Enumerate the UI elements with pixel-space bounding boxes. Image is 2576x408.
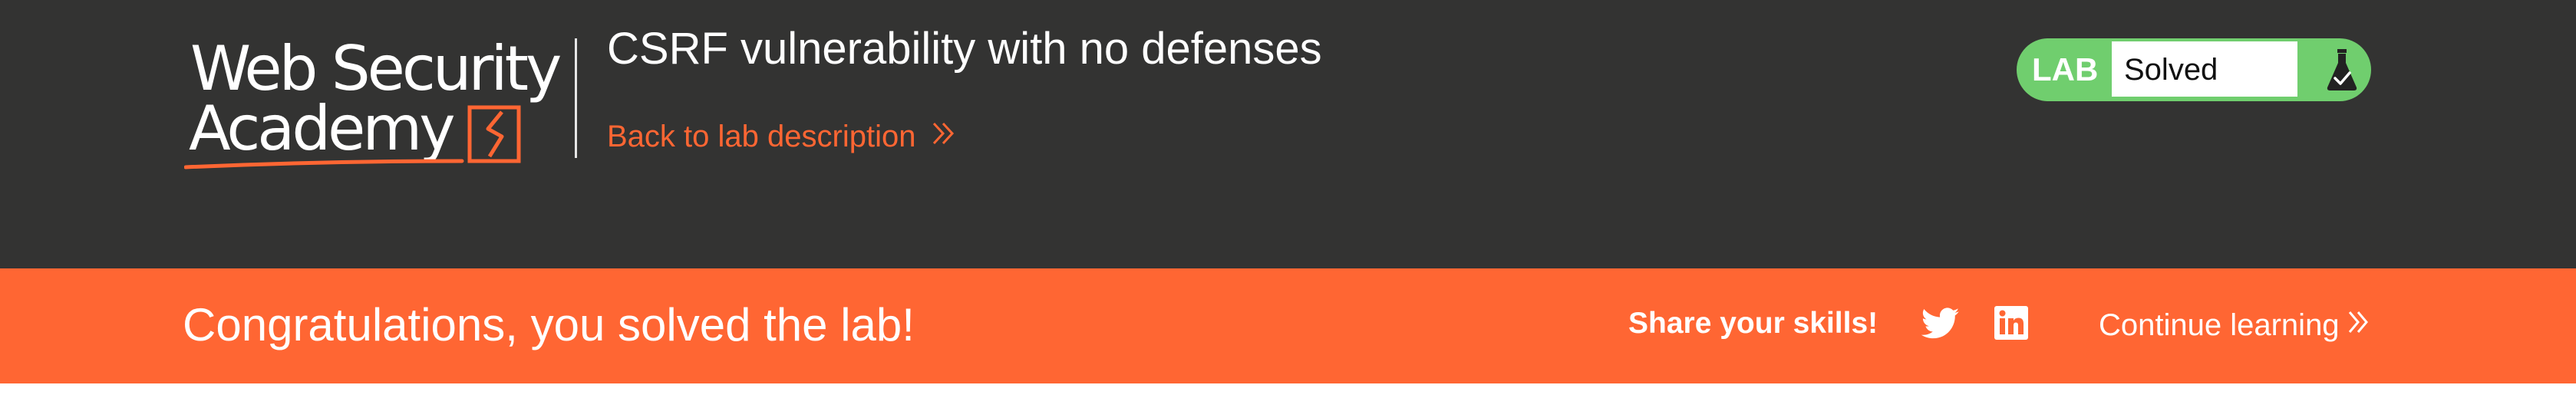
lab-status-widget: LAB Solved <box>2017 38 2371 101</box>
congratulations-message: Congratulations, you solved the lab! <box>183 299 915 350</box>
twitter-icon[interactable] <box>1921 307 1960 344</box>
back-link-label: Back to lab description <box>607 120 916 153</box>
flask-check-icon <box>2325 48 2359 96</box>
continue-learning-link[interactable]: Continue learning <box>2099 305 2370 345</box>
solved-banner: Congratulations, you solved the lab! Sha… <box>0 268 2576 383</box>
continue-learning-label: Continue learning <box>2099 308 2340 342</box>
page: Web Security Academy CSRF vulnerability … <box>0 0 2576 408</box>
lab-title: CSRF vulnerability with no defenses <box>607 24 1322 74</box>
lab-header: Web Security Academy CSRF vulnerability … <box>0 0 2576 268</box>
academy-logo[interactable]: Web Security Academy <box>184 31 568 176</box>
linkedin-icon[interactable] <box>1994 305 2029 344</box>
academy-bolt-logo-icon <box>184 105 521 169</box>
back-to-lab-description-link[interactable]: Back to lab description <box>607 117 957 156</box>
lab-status-text: Solved <box>2124 53 2218 87</box>
share-skills-label: Share your skills! <box>1628 307 1878 340</box>
double-chevron-right-icon <box>2347 305 2370 345</box>
double-chevron-right-icon <box>931 117 957 156</box>
lab-status-tag: LAB <box>2032 51 2099 87</box>
header-divider <box>575 38 577 158</box>
